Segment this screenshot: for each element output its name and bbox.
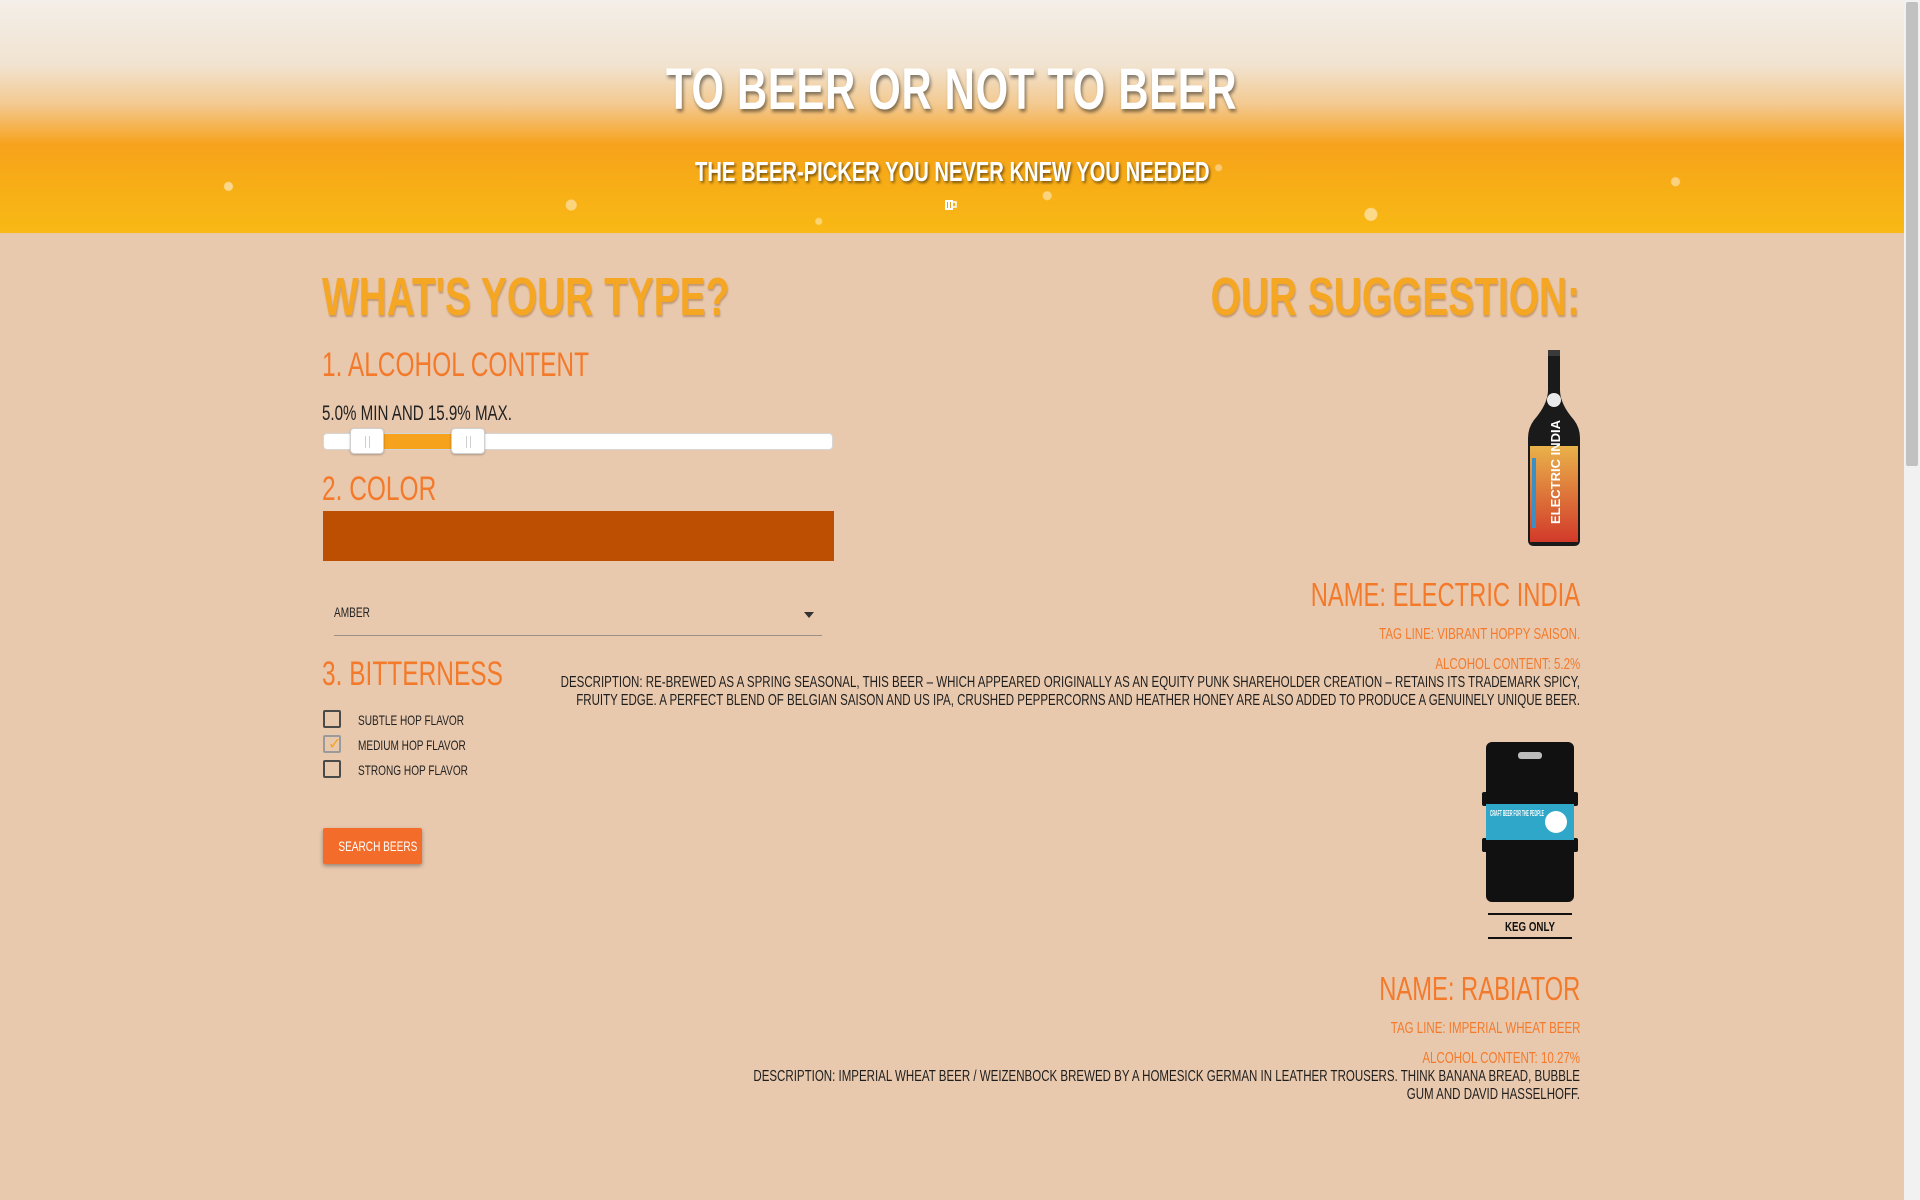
page-scrollbar[interactable] bbox=[1904, 0, 1920, 1200]
checkbox-label: MEDIUM HOP FLAVOR bbox=[358, 737, 466, 753]
page-subtitle: THE BEER-PICKER YOU NEVER KNEW YOU NEEDE… bbox=[694, 156, 1210, 187]
keg-label-text: CRAFT BEER FOR THE PEOPLE bbox=[1490, 809, 1544, 818]
beer-description-text: DESCRIPTION: IMPERIAL WHEAT BEER / WEIZE… bbox=[753, 1068, 1580, 1103]
checkbox-subtle-hop[interactable]: SUBTLE HOP FLAVOR bbox=[323, 709, 583, 729]
beer-mug-icon bbox=[944, 197, 958, 211]
beer-alcohol-content: ALCOHOL CONTENT: 10.27% bbox=[1422, 1050, 1580, 1067]
caret-down-icon bbox=[804, 612, 814, 618]
checkbox-box[interactable] bbox=[323, 760, 341, 778]
checkbox-medium-hop[interactable]: ✓ MEDIUM HOP FLAVOR bbox=[323, 734, 583, 754]
alcohol-range-readout: 5.0% MIN AND 15.9% MAX. bbox=[322, 402, 512, 425]
beer-name: NAME: RABIATOR bbox=[1378, 970, 1580, 1007]
checkmark-icon: ✓ bbox=[328, 736, 342, 753]
beer-keg-image: CRAFT BEER FOR THE PEOPLE KEG ONLY bbox=[1480, 742, 1580, 942]
checkbox-box[interactable] bbox=[323, 710, 341, 728]
color-select[interactable]: AMBER bbox=[334, 594, 822, 636]
slider-min-handle[interactable] bbox=[350, 428, 384, 454]
color-section-heading: 2. COLOR bbox=[322, 470, 437, 508]
beer-alcohol-content: ALCOHOL CONTENT: 5.2% bbox=[1435, 656, 1580, 673]
slider-max-handle[interactable] bbox=[451, 428, 485, 454]
beer-description-text: DESCRIPTION: RE-BREWED AS A SPRING SEASO… bbox=[560, 674, 1580, 709]
keg-caption: KEG ONLY bbox=[1505, 919, 1555, 934]
bottle-label-text: ELECTRIC INDIA bbox=[1548, 419, 1563, 524]
color-select-value: AMBER bbox=[334, 604, 370, 620]
alcohol-range-slider[interactable] bbox=[323, 428, 833, 454]
checkbox-label: SUBTLE HOP FLAVOR bbox=[358, 712, 465, 728]
alcohol-section-heading: 1. ALCOHOL CONTENT bbox=[322, 346, 590, 384]
checkbox-label: STRONG HOP FLAVOR bbox=[358, 762, 468, 778]
beer-tagline: TAG LINE: IMPERIAL WHEAT BEER bbox=[1390, 1020, 1580, 1037]
checkbox-strong-hop[interactable]: STRONG HOP FLAVOR bbox=[323, 759, 583, 779]
beer-description: DESCRIPTION: RE-BREWED AS A SPRING SEASO… bbox=[520, 674, 1580, 710]
checkbox-box[interactable]: ✓ bbox=[323, 735, 341, 753]
filters-heading: WHAT'S YOUR TYPE? bbox=[322, 267, 730, 327]
hero-banner: TO BEER OR NOT TO BEER THE BEER-PICKER Y… bbox=[0, 0, 1904, 233]
search-beers-button[interactable]: SEARCH BEERS bbox=[323, 828, 422, 864]
color-preview-swatch bbox=[323, 511, 834, 561]
beer-name: NAME: ELECTRIC INDIA bbox=[1310, 576, 1580, 613]
beer-bottle-image: ELECTRIC INDIA bbox=[1528, 348, 1580, 548]
beer-tagline: TAG LINE: VIBRANT HOPPY SAISON. bbox=[1378, 626, 1580, 643]
page-title: TO BEER OR NOT TO BEER bbox=[666, 57, 1238, 122]
scrollbar-thumb[interactable] bbox=[1906, 2, 1918, 466]
beer-description: DESCRIPTION: IMPERIAL WHEAT BEER / WEIZE… bbox=[540, 1068, 1580, 1104]
suggestions-heading: OUR SUGGESTION: bbox=[1210, 267, 1580, 327]
